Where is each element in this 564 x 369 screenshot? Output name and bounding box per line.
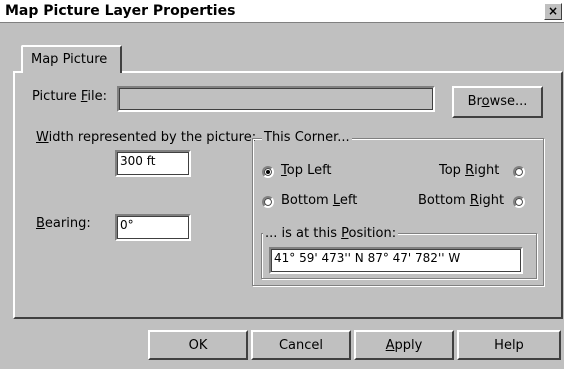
bearing-field[interactable]: 0° — [115, 214, 191, 241]
browse-button[interactable]: Browse... — [452, 86, 543, 118]
top-left-radio[interactable] — [262, 166, 274, 178]
top-right-label[interactable]: Top Right — [439, 163, 499, 178]
title-bar: Map Picture Layer Properties × — [0, 0, 564, 23]
close-button[interactable]: × — [544, 3, 562, 20]
apply-button[interactable]: Apply — [354, 330, 454, 360]
window-title: Map Picture Layer Properties — [5, 3, 236, 19]
position-group-title: ... is at this Position: — [263, 226, 399, 241]
bearing-label: Bearing: — [36, 216, 91, 231]
top-left-label[interactable]: Top Left — [281, 163, 332, 178]
cancel-button[interactable]: Cancel — [251, 330, 351, 360]
position-field[interactable]: 41° 59' 473'' N 87° 47' 782'' W — [269, 247, 523, 274]
bottom-right-label[interactable]: Bottom Right — [418, 193, 504, 208]
close-icon: × — [547, 4, 559, 18]
width-field[interactable]: 300 ft — [115, 150, 191, 177]
help-button[interactable]: Help — [457, 330, 561, 360]
tab-map-picture[interactable]: Map Picture — [21, 45, 122, 73]
picture-file-label: Picture File: — [32, 89, 107, 104]
ok-button[interactable]: OK — [148, 330, 248, 360]
width-label: Width represented by the picture: — [36, 130, 257, 145]
tab-label: Map Picture — [31, 52, 108, 67]
corner-group-title: This Corner... — [262, 130, 352, 145]
top-right-radio[interactable] — [513, 166, 525, 178]
bottom-right-radio[interactable] — [513, 196, 525, 208]
bottom-left-label[interactable]: Bottom Left — [281, 193, 357, 208]
bottom-left-radio[interactable] — [262, 196, 274, 208]
picture-file-field[interactable] — [117, 86, 435, 112]
